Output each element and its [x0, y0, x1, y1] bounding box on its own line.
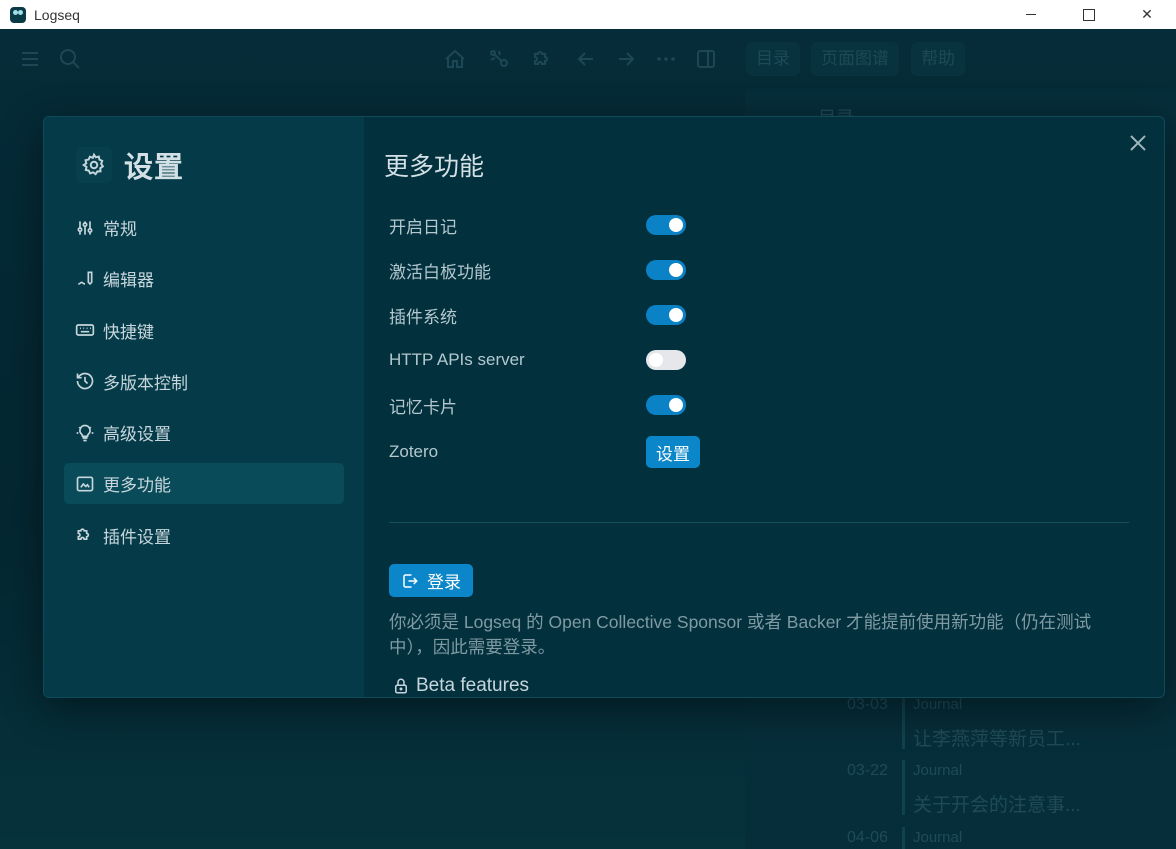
- nav-item-label: 更多功能: [103, 476, 171, 496]
- login-icon: [403, 573, 418, 588]
- login-button[interactable]: 登录: [389, 564, 473, 597]
- nav-item-general[interactable]: 常规: [64, 207, 344, 248]
- bulb-icon: [75, 423, 95, 443]
- whiteboards-toggle[interactable]: [646, 260, 686, 280]
- settings-modal: 设置 常规 编辑器 快捷键 多版本控制 高级设置 更多功能 插件设置 更多功能 …: [43, 116, 1165, 698]
- logseq-logo-icon: [10, 6, 26, 23]
- adjustments-icon: [75, 218, 95, 238]
- close-icon[interactable]: [1126, 131, 1150, 155]
- beta-features-title: Beta features: [416, 675, 530, 696]
- nav-item-plugins[interactable]: 插件设置: [64, 515, 344, 556]
- settings-content: 更多功能 开启日记 激活白板功能 插件系统 HTTP APIs server 记…: [364, 117, 1164, 697]
- feature-row-zotero: Zotero 设置: [389, 435, 719, 469]
- feature-label: 记忆卡片: [389, 397, 457, 417]
- nav-item-label: 编辑器: [103, 271, 154, 291]
- maximize-button[interactable]: [1060, 0, 1118, 29]
- beta-features-header: Beta features: [392, 675, 529, 697]
- settings-title: 设置: [124, 152, 185, 184]
- feature-label: 开启日记: [389, 217, 457, 237]
- feature-label: HTTP APIs server: [389, 350, 525, 369]
- nav-item-label: 高级设置: [103, 425, 171, 445]
- nav-item-advanced[interactable]: 高级设置: [64, 412, 344, 453]
- nav-item-label: 多版本控制: [103, 373, 188, 393]
- window-close-button[interactable]: ✕: [1118, 0, 1176, 29]
- divider: [389, 522, 1129, 523]
- puzzle-icon: [75, 525, 95, 545]
- app-feature-icon: [75, 474, 95, 494]
- login-label: 登录: [427, 573, 461, 592]
- history-icon: [75, 371, 95, 391]
- nav-item-label: 常规: [103, 220, 137, 239]
- plugin-system-toggle[interactable]: [646, 305, 686, 325]
- feature-label: 插件系统: [389, 307, 457, 327]
- gear-icon: [76, 147, 112, 183]
- keyboard-icon: [75, 320, 95, 340]
- http-api-toggle[interactable]: [646, 350, 686, 370]
- nav-item-label: 快捷键: [103, 322, 154, 342]
- settings-header: 设置: [76, 145, 184, 185]
- section-title: 更多功能: [384, 153, 485, 181]
- sponsor-description: 你必须是 Logseq 的 Open Collective Sponsor 或者…: [389, 612, 1092, 657]
- window-titlebar: Logseq ✕: [0, 0, 1176, 29]
- minimize-button[interactable]: [1002, 0, 1060, 29]
- feature-row-journals: 开启日记: [389, 210, 719, 240]
- feature-label: Zotero: [389, 442, 439, 461]
- settings-sidebar: 设置 常规 编辑器 快捷键 多版本控制 高级设置 更多功能 插件设置: [44, 117, 364, 697]
- window-controls: ✕: [1002, 0, 1176, 29]
- feature-row-plugin-system: 插件系统: [389, 300, 719, 330]
- feature-label: 激活白板功能: [389, 262, 491, 282]
- feature-row-whiteboards: 激活白板功能: [389, 255, 719, 285]
- nav-item-label: 插件设置: [103, 527, 171, 547]
- feature-row-flashcards: 记忆卡片: [389, 390, 719, 420]
- lock-icon: [395, 678, 407, 694]
- nav-item-editor[interactable]: 编辑器: [64, 258, 344, 299]
- feature-row-http-api: HTTP APIs server: [389, 345, 719, 375]
- nav-item-version-control[interactable]: 多版本控制: [64, 361, 344, 402]
- writing-icon: [75, 269, 95, 289]
- settings-nav: 常规 编辑器 快捷键 多版本控制 高级设置 更多功能 插件设置: [64, 207, 344, 566]
- nav-item-features[interactable]: 更多功能: [64, 463, 344, 505]
- zotero-settings-button[interactable]: 设置: [646, 436, 700, 468]
- journals-toggle[interactable]: [646, 215, 686, 235]
- flashcards-toggle[interactable]: [646, 395, 686, 415]
- nav-item-shortcuts[interactable]: 快捷键: [64, 310, 344, 351]
- window-title: Logseq: [34, 6, 80, 23]
